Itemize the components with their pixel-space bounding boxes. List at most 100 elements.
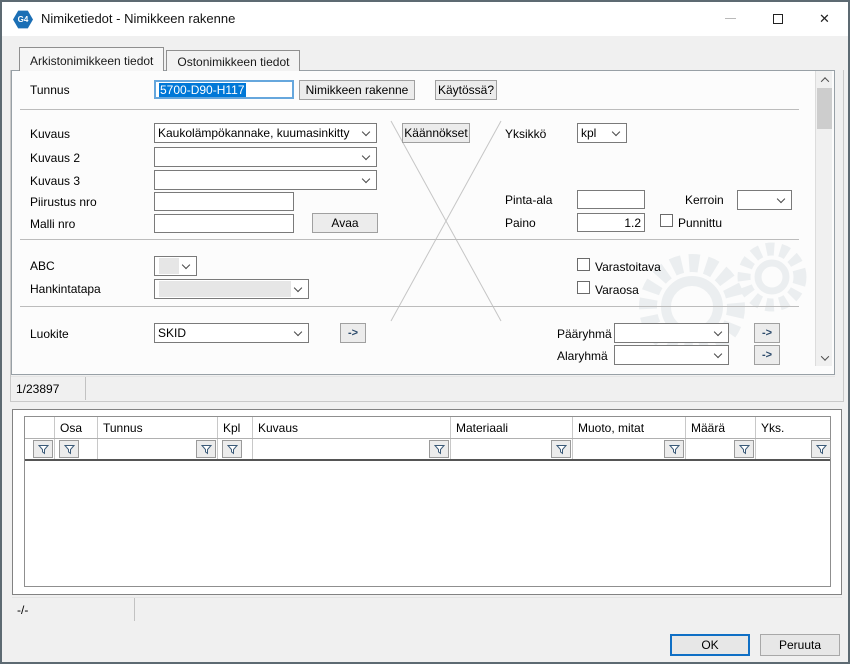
grid-column-indicator[interactable]	[25, 417, 55, 438]
grid-filter-row	[25, 439, 830, 461]
luokite-goto-button[interactable]: ->	[340, 323, 366, 343]
chevron-down-icon	[714, 349, 722, 357]
scrollbar-thumb[interactable]	[817, 88, 832, 129]
filter-funnel-icon	[556, 444, 567, 455]
punnittu-checkbox[interactable]	[660, 214, 673, 227]
abc-combobox[interactable]	[154, 256, 197, 276]
luokite-label: Luokite	[30, 327, 69, 341]
tunnus-input[interactable]: 5700-D90-H117	[154, 80, 294, 99]
kaannokset-button[interactable]: Käännökset	[402, 123, 470, 143]
filter-funnel-icon	[201, 444, 212, 455]
kaytossa-button[interactable]: Käytössä?	[435, 80, 497, 100]
punnittu-label: Punnittu	[678, 216, 722, 230]
hankintatapa-label: Hankintatapa	[30, 282, 101, 296]
alaryhma-label: Alaryhmä	[557, 349, 608, 363]
filter-button-tunnus[interactable]	[196, 440, 216, 458]
filter-button-materiaali[interactable]	[551, 440, 571, 458]
tunnus-selected-text: 5700-D90-H117	[159, 83, 246, 97]
app-icon: G4	[13, 10, 33, 29]
status-empty-cell	[86, 377, 835, 400]
chevron-down-icon	[820, 352, 828, 360]
yksikko-label: Yksikkö	[505, 127, 546, 141]
avaa-button[interactable]: Avaa	[312, 213, 378, 233]
grid-column-materiaali[interactable]: Materiaali	[451, 417, 573, 438]
grid-column-tunnus[interactable]: Tunnus	[98, 417, 218, 438]
grid-column-maara[interactable]: Määrä	[686, 417, 756, 438]
close-button[interactable]: ✕	[801, 2, 848, 35]
filter-funnel-icon	[739, 444, 750, 455]
chevron-down-icon	[362, 174, 370, 182]
malli-nro-input[interactable]	[154, 214, 294, 233]
window-controls: ✕	[707, 2, 848, 35]
kuvaus3-combobox[interactable]	[154, 170, 377, 190]
filter-button-muoto-mitat[interactable]	[664, 440, 684, 458]
luokite-combobox[interactable]: SKID	[154, 323, 309, 343]
nimikkeen-rakenne-button[interactable]: Nimikkeen rakenne	[299, 80, 415, 100]
grid-column-kpl[interactable]: Kpl	[218, 417, 253, 438]
grid-column-yks[interactable]: Yks.	[756, 417, 832, 438]
separator-line	[20, 239, 799, 240]
grid-column-osa[interactable]: Osa	[55, 417, 98, 438]
kuvaus-combobox[interactable]: Kaukolämpökannake, kuumasinkitty	[154, 123, 377, 143]
piirustus-nro-label: Piirustus nro	[30, 195, 97, 209]
filter-button-kuvaus[interactable]	[429, 440, 449, 458]
paino-input[interactable]: 1.2	[577, 213, 645, 232]
filter-funnel-icon	[434, 444, 445, 455]
grid-header-row: Osa Tunnus Kpl Kuvaus Materiaali Muoto, …	[25, 417, 830, 439]
varastoitava-label: Varastoitava	[595, 260, 661, 274]
yksikko-combobox[interactable]: kpl	[577, 123, 627, 143]
separator-line	[20, 109, 799, 110]
minimize-icon	[725, 18, 736, 19]
paino-label: Paino	[505, 216, 536, 230]
kuvaus2-combobox[interactable]	[154, 147, 377, 167]
paaryhma-label: Pääryhmä	[557, 327, 612, 341]
minimize-button[interactable]	[707, 2, 754, 35]
tabstrip: Arkistonimikkeen tiedot Ostonimikkeen ti…	[19, 47, 302, 71]
scroll-down-button[interactable]	[816, 349, 833, 366]
filter-button-osa[interactable]	[59, 440, 79, 458]
grid-statusbar: -/-	[12, 597, 842, 621]
scroll-up-button[interactable]	[816, 71, 833, 88]
kuvaus-label: Kuvaus	[30, 127, 70, 141]
chevron-down-icon	[362, 151, 370, 159]
separator-line	[20, 306, 799, 307]
varaosa-checkbox[interactable]	[577, 281, 590, 294]
grid-column-muoto-mitat[interactable]: Muoto, mitat	[573, 417, 686, 438]
filter-button-kpl[interactable]	[222, 440, 242, 458]
filter-funnel-icon	[38, 444, 49, 455]
titlebar: G4 Nimiketiedot - Nimikkeen rakenne ✕	[2, 2, 848, 36]
varaosa-label: Varaosa	[595, 283, 639, 297]
kerroin-combobox[interactable]	[737, 190, 792, 210]
chevron-down-icon	[777, 194, 785, 202]
structure-table-panel: Osa Tunnus Kpl Kuvaus Materiaali Muoto, …	[12, 409, 842, 595]
paaryhma-goto-button[interactable]: ->	[754, 323, 780, 343]
hankintatapa-combobox[interactable]	[154, 279, 309, 299]
chevron-down-icon	[714, 327, 722, 335]
cancel-button[interactable]: Peruuta	[760, 634, 840, 656]
filter-button-yks[interactable]	[811, 440, 831, 458]
alaryhma-goto-button[interactable]: ->	[754, 345, 780, 365]
tab-ostonimikkeen-tiedot[interactable]: Ostonimikkeen tiedot	[166, 50, 300, 71]
alaryhma-combobox[interactable]	[614, 345, 729, 365]
ok-button[interactable]: OK	[670, 634, 750, 656]
grid-count-status: -/-	[12, 598, 135, 621]
dialog-window: G4 Nimiketiedot - Nimikkeen rakenne ✕ Ar…	[0, 0, 850, 664]
piirustus-nro-input[interactable]	[154, 192, 294, 211]
malli-nro-label: Malli nro	[30, 217, 75, 231]
kerroin-label: Kerroin	[685, 193, 724, 207]
varastoitava-checkbox[interactable]	[577, 258, 590, 271]
chevron-down-icon	[362, 127, 370, 135]
grid-status-empty-cell	[135, 598, 842, 621]
record-statusbar: 1/23897	[11, 376, 835, 400]
chevron-down-icon	[182, 260, 190, 268]
grid-column-kuvaus[interactable]: Kuvaus	[253, 417, 451, 438]
form-vertical-scrollbar[interactable]	[815, 71, 832, 366]
maximize-button[interactable]	[754, 2, 801, 35]
paaryhma-combobox[interactable]	[614, 323, 729, 343]
tab-arkistonimikkeen-tiedot[interactable]: Arkistonimikkeen tiedot	[19, 47, 164, 71]
grid-body-empty[interactable]	[25, 461, 830, 585]
filter-button-indicator[interactable]	[33, 440, 53, 458]
pinta-ala-input[interactable]	[577, 190, 645, 209]
filter-funnel-icon	[227, 444, 238, 455]
filter-button-maara[interactable]	[734, 440, 754, 458]
